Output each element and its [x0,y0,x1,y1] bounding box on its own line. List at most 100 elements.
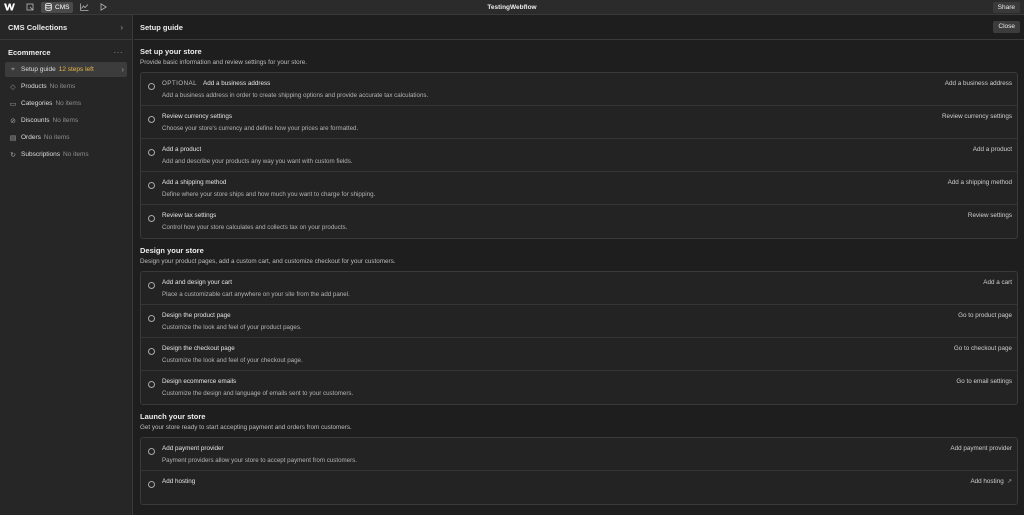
step-title: Add and design your cart [162,279,233,286]
step-title: Design the product page [162,312,231,319]
sidebar-item-count: 12 steps left [58,66,94,73]
step-action-link[interactable]: Add a shipping method [948,179,1012,186]
step-action-link[interactable]: Go to product page [958,312,1012,319]
step-action-link[interactable]: Review settings [968,212,1012,219]
sidebar-item-orders[interactable]: ▤ Orders No items [5,130,127,145]
step-action-link[interactable]: Add a cart [983,279,1012,286]
discount-icon: ⊘ [10,117,16,125]
step-radio[interactable] [148,282,155,289]
play-icon [101,3,108,11]
step-row-business-address[interactable]: OPTIONAL Add a business address Add a bus… [141,73,1017,106]
step-radio[interactable] [148,215,155,222]
step-action-link[interactable]: Add hosting ↗ [970,478,1012,485]
sidebar-item-subscriptions[interactable]: ↻ Subscriptions No items [5,147,127,162]
section-description: Get your store ready to start accepting … [140,424,352,431]
chevron-right-icon: › [121,65,124,74]
step-action-link[interactable]: Go to email settings [956,378,1012,385]
step-description: Add a business address in order to creat… [162,92,429,99]
step-row-currency[interactable]: Review currency settings Choose your sto… [141,106,1017,139]
step-radio[interactable] [148,149,155,156]
ecommerce-title: Ecommerce [8,47,51,57]
steps-card: Add payment provider Payment providers a… [140,437,1018,505]
step-action-link[interactable]: Review currency settings [942,113,1012,120]
preview-button[interactable] [96,2,111,13]
section-design-store: Design your store Design your product pa… [134,246,1024,405]
step-description: Control how your store calculates and co… [162,224,348,231]
step-description: Payment providers allow your store to ac… [162,457,357,464]
top-bar: CMS TestingWebflow Share [0,0,1024,15]
cms-collections-header[interactable]: CMS Collections › [0,15,132,40]
step-row-product-page[interactable]: Design the product page Customize the lo… [141,305,1017,338]
step-action-text: Add hosting [970,478,1004,485]
setup-guide-header: Setup guide Close [134,15,1024,40]
step-radio[interactable] [148,348,155,355]
step-action-link[interactable]: Add a business address [945,80,1012,87]
section-description: Provide basic information and review set… [140,59,307,66]
sidebar-item-setup-guide[interactable]: ⌖ Setup guide 12 steps left › [5,62,127,77]
step-row-emails[interactable]: Design ecommerce emails Customize the de… [141,371,1017,404]
step-action-link[interactable]: Add a product [973,146,1012,153]
step-radio[interactable] [148,448,155,455]
step-description: Customize the design and language of ema… [162,390,354,397]
sidebar: CMS Collections › Ecommerce ··· ⌖ Setup … [0,15,133,515]
pages-button[interactable] [22,2,37,13]
cms-label: CMS [55,3,70,11]
section-title: Launch your store [140,412,206,421]
sidebar-item-count: No items [55,100,82,107]
step-title: Design ecommerce emails [162,378,237,385]
refresh-icon: ↻ [10,151,16,159]
sidebar-item-categories[interactable]: ▭ Categories No items [5,96,127,111]
step-row-shipping[interactable]: Add a shipping method Define where your … [141,172,1017,205]
step-description: Customize the look and feel of your chec… [162,357,303,364]
step-description: Place a customizable cart anywhere on yo… [162,291,350,298]
step-radio[interactable] [148,116,155,123]
section-launch-store: Launch your store Get your store ready t… [134,412,1024,505]
ecommerce-section: Ecommerce ··· [0,42,132,62]
database-icon [45,3,52,11]
step-row-product[interactable]: Add a product Add and describe your prod… [141,139,1017,172]
webflow-logo-icon [3,3,15,11]
pages-icon [26,3,33,11]
step-radio[interactable] [148,315,155,322]
sidebar-item-discounts[interactable]: ⊘ Discounts No items [5,113,127,128]
optional-badge: OPTIONAL [162,80,198,87]
step-title: OPTIONAL Add a business address [162,80,270,87]
step-radio[interactable] [148,381,155,388]
sidebar-item-label: Setup guide [21,66,56,73]
step-row-tax[interactable]: Review tax settings Control how your sto… [141,205,1017,238]
sidebar-item-label: Categories [21,100,53,107]
step-row-hosting[interactable]: Add hosting Add hosting ↗ [141,471,1017,504]
step-title: Add hosting [162,478,196,485]
cms-button[interactable]: CMS [41,1,74,13]
section-title: Set up your store [140,47,202,56]
sidebar-item-count: No items [49,83,76,90]
step-radio[interactable] [148,182,155,189]
sidebar-item-count: No items [52,117,79,124]
sidebar-item-label: Orders [21,134,41,141]
sidebar-item-count: No items [63,151,89,158]
close-button[interactable]: Close [993,21,1020,33]
folder-icon: ▭ [9,100,17,108]
step-radio[interactable] [148,83,155,90]
step-row-payment[interactable]: Add payment provider Payment providers a… [141,438,1017,471]
step-radio[interactable] [148,481,155,488]
share-button[interactable]: Share [992,2,1020,13]
sidebar-item-count: No items [43,134,70,141]
sidebar-item-label: Products [21,83,47,90]
sidebar-item-products[interactable]: ◇ Products No items [5,79,127,94]
steps-card: OPTIONAL Add a business address Add a bus… [140,72,1018,239]
steps-card: Add and design your cart Place a customi… [140,271,1018,405]
step-action-link[interactable]: Add payment provider [950,445,1012,452]
step-title: Add a shipping method [162,179,227,186]
step-action-link[interactable]: Go to checkout page [954,345,1012,352]
step-title: Add payment provider [162,445,224,452]
section-title: Design your store [140,246,204,255]
step-row-checkout-page[interactable]: Design the checkout page Customize the l… [141,338,1017,371]
step-row-cart[interactable]: Add and design your cart Place a customi… [141,272,1017,305]
more-options-icon[interactable]: ··· [114,48,124,57]
webflow-logo[interactable] [0,0,18,15]
analytics-button[interactable] [77,2,92,13]
pin-icon: ⌖ [11,65,15,73]
page-title: Setup guide [140,22,183,32]
chevron-right-icon: › [120,22,123,32]
